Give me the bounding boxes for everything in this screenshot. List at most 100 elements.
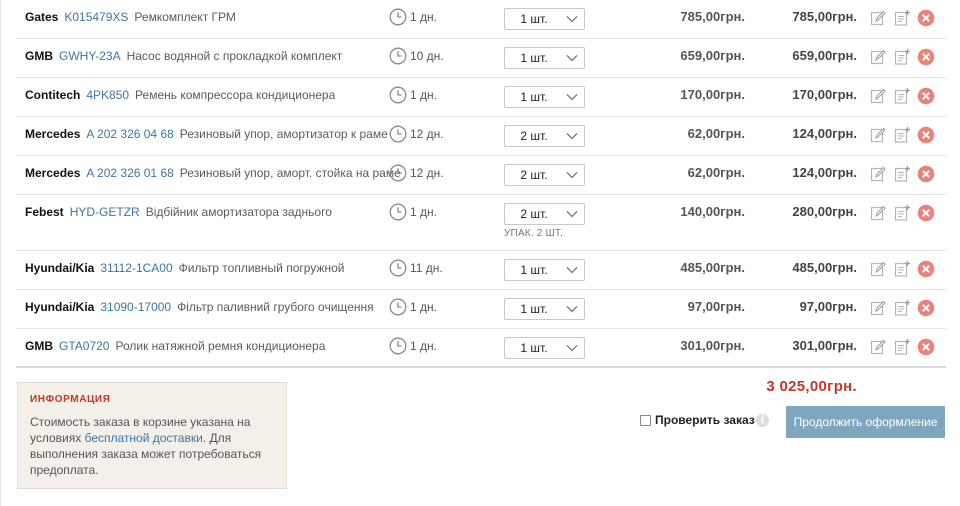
line-total: 170,00грн. — [792, 87, 857, 102]
quantity-select[interactable]: 1 шт. — [504, 337, 585, 359]
row-actions — [869, 338, 935, 356]
info-icon[interactable]: i — [756, 414, 769, 427]
edit-note-icon[interactable] — [869, 338, 887, 356]
cart-row: GMB GTA0720 Ролик натяжной ремня кондицион… — [16, 329, 946, 368]
edit-note-icon[interactable] — [869, 260, 887, 278]
quantity-value: 1 шт. — [520, 341, 548, 355]
clock-icon — [389, 259, 410, 277]
line-total: 280,00грн. — [792, 204, 857, 219]
item-delivery: 12 дн. — [389, 164, 444, 182]
cart-row: Hyundai/Kia 31112-1CA00 Фильтр топливный п… — [16, 251, 946, 290]
remove-circle-icon[interactable] — [917, 165, 935, 183]
info-title: ИНФОРМАЦИЯ — [30, 394, 111, 405]
delivery-days: 11 дн. — [410, 261, 443, 275]
item-code-link[interactable]: A 202 326 04 68 — [86, 127, 173, 141]
delivery-days: 1 дн. — [410, 10, 437, 24]
edit-note-icon[interactable] — [869, 9, 887, 27]
item-delivery: 10 дн. — [389, 47, 444, 65]
edit-note-icon[interactable] — [869, 87, 887, 105]
remove-circle-icon[interactable] — [917, 299, 935, 317]
add-note-icon[interactable] — [893, 87, 911, 105]
quantity-select[interactable]: 1 шт. — [504, 298, 585, 320]
remove-circle-icon[interactable] — [917, 9, 935, 27]
item-code-link[interactable]: A 202 326 01 68 — [86, 166, 173, 180]
unit-price: 97,00грн. — [687, 299, 745, 314]
item-delivery: 12 дн. — [389, 125, 444, 143]
item-code-link[interactable]: HYD-GETZR — [70, 205, 140, 219]
item-description: Hyundai/Kia 31090-17000 Фільтр паливний гр… — [25, 300, 374, 314]
remove-circle-icon[interactable] — [917, 204, 935, 222]
edit-note-icon[interactable] — [869, 204, 887, 222]
line-total: 124,00грн. — [792, 126, 857, 141]
remove-circle-icon[interactable] — [917, 48, 935, 66]
item-name: Відбійник амортизатора заднього — [145, 205, 332, 219]
check-order-checkbox[interactable] — [640, 414, 651, 426]
cart-row: Mercedes A 202 326 04 68 Резиновый упор, а… — [16, 117, 946, 156]
delivery-days: 10 дн. — [410, 49, 444, 63]
delivery-days: 1 дн. — [410, 300, 437, 314]
clock-icon — [389, 298, 410, 316]
quantity-select[interactable]: 2 шт. — [504, 164, 585, 186]
quantity-select[interactable]: 1 шт. — [504, 47, 585, 69]
edit-note-icon[interactable] — [869, 48, 887, 66]
quantity-select[interactable]: 2 шт. — [504, 203, 585, 225]
remove-circle-icon[interactable] — [917, 87, 935, 105]
quantity-value: 2 шт. — [520, 168, 548, 182]
item-code-link[interactable]: 4PK850 — [86, 88, 129, 102]
item-delivery: 1 дн. — [389, 8, 437, 26]
add-note-icon[interactable] — [893, 126, 911, 144]
pack-note: УПАК. 2 ШТ. — [504, 228, 564, 239]
add-note-icon[interactable] — [893, 165, 911, 183]
item-name: Насос водяной с прокладкой комплект — [126, 49, 343, 63]
unit-price: 485,00грн. — [680, 260, 745, 275]
item-name: Ролик натяжной ремня кондиционера — [115, 339, 326, 353]
add-note-icon[interactable] — [893, 299, 911, 317]
item-description: Mercedes A 202 326 01 68 Резиновый упор, а… — [25, 166, 401, 180]
item-delivery: 1 дн. — [389, 203, 437, 221]
item-code-link[interactable]: 31112-1CA00 — [100, 261, 172, 275]
row-actions — [869, 260, 935, 278]
line-total: 785,00грн. — [792, 9, 857, 24]
continue-checkout-button[interactable]: Продолжить оформление — [786, 406, 945, 438]
line-total: 124,00грн. — [792, 165, 857, 180]
check-order-toggle[interactable]: Проверить заказ — [640, 413, 755, 427]
add-note-icon[interactable] — [893, 204, 911, 222]
item-code-link[interactable]: K015479XS — [64, 10, 128, 24]
row-actions — [869, 126, 935, 144]
unit-price: 62,00грн. — [687, 126, 745, 141]
add-note-icon[interactable] — [893, 338, 911, 356]
item-code-link[interactable]: GTA0720 — [59, 339, 109, 353]
cart-row: Hyundai/Kia 31090-17000 Фільтр паливний гр… — [16, 290, 946, 329]
unit-price: 659,00грн. — [680, 48, 745, 63]
item-brand: Mercedes — [25, 166, 81, 180]
item-brand: GMB — [25, 49, 53, 63]
edit-note-icon[interactable] — [869, 126, 887, 144]
quantity-select[interactable]: 1 шт. — [504, 8, 585, 30]
row-actions — [869, 9, 935, 27]
add-note-icon[interactable] — [893, 9, 911, 27]
clock-icon — [389, 164, 410, 182]
edit-note-icon[interactable] — [869, 165, 887, 183]
check-order-label[interactable]: Проверить заказ — [655, 413, 755, 427]
add-note-icon[interactable] — [893, 260, 911, 278]
remove-circle-icon[interactable] — [917, 338, 935, 356]
quantity-select[interactable]: 2 шт. — [504, 125, 585, 147]
quantity-value: 2 шт. — [520, 129, 548, 143]
edit-note-icon[interactable] — [869, 299, 887, 317]
remove-circle-icon[interactable] — [917, 260, 935, 278]
clock-icon — [389, 125, 410, 143]
unit-price: 140,00грн. — [680, 204, 745, 219]
item-code-link[interactable]: 31090-17000 — [100, 300, 171, 314]
quantity-select[interactable]: 1 шт. — [504, 86, 585, 108]
unit-price: 170,00грн. — [680, 87, 745, 102]
free-delivery-link[interactable]: бесплатной доставки — [85, 431, 203, 445]
line-total: 301,00грн. — [792, 338, 857, 353]
add-note-icon[interactable] — [893, 48, 911, 66]
remove-circle-icon[interactable] — [917, 126, 935, 144]
row-actions — [869, 87, 935, 105]
item-code-link[interactable]: GWHY-23A — [59, 49, 121, 63]
quantity-select[interactable]: 1 шт. — [504, 259, 585, 281]
item-delivery: 1 дн. — [389, 86, 437, 104]
item-name: Резиновый упор, аморт. стойка на раме — [179, 166, 401, 180]
item-description: Gates K015479XS Ремкомплект ГРМ — [25, 10, 236, 24]
